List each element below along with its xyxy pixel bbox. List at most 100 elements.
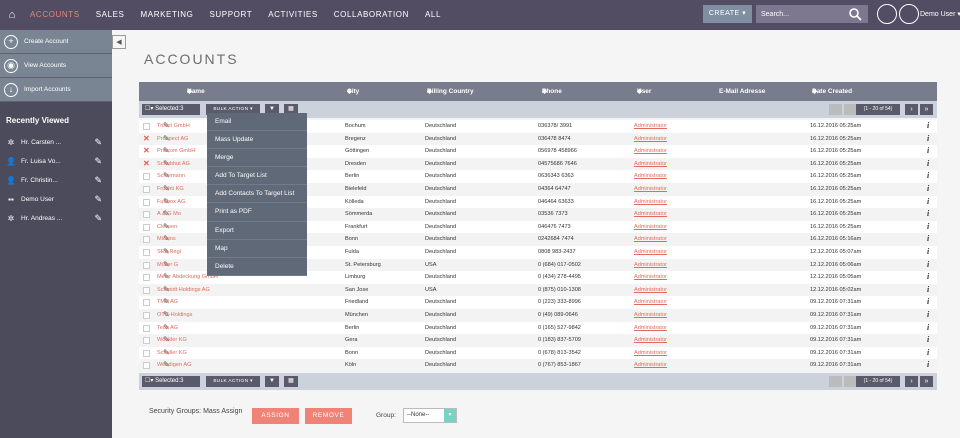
bulk-menu-item-add-to-target-list[interactable]: Add To Target List bbox=[207, 167, 307, 186]
nav-item-activities[interactable]: ACTIVITIES bbox=[260, 0, 326, 30]
cell-name[interactable]: Mickins bbox=[157, 233, 176, 246]
cell-user[interactable]: Administrator bbox=[634, 334, 667, 347]
column-chooser-icon[interactable]: ▦ bbox=[284, 376, 298, 387]
cell-name[interactable]: A & G Mo bbox=[157, 208, 181, 221]
cell-user[interactable]: Administrator bbox=[634, 271, 667, 284]
col-header-date-created[interactable]: Date Created ◈ bbox=[812, 82, 852, 101]
row-checkbox[interactable] bbox=[143, 261, 150, 269]
table-row[interactable]: ✎ OTC-Holdings München Deutschland 0 (49) 08… bbox=[139, 309, 937, 322]
cell-name[interactable]: OTC-Holdings bbox=[157, 309, 192, 322]
row-checkbox[interactable] bbox=[143, 211, 150, 219]
create-button[interactable]: CREATE ▾ bbox=[703, 5, 752, 23]
col-header-user[interactable]: User ◈ bbox=[637, 82, 651, 101]
recent-item[interactable]: ✲ Hr. Carsten ... ✎ bbox=[0, 133, 112, 152]
cell-name[interactable]: Tech AG bbox=[157, 322, 178, 335]
info-icon[interactable]: i bbox=[927, 259, 929, 272]
row-checkbox[interactable] bbox=[143, 249, 150, 256]
info-icon[interactable]: i bbox=[927, 120, 929, 133]
user-menu[interactable]: Demo User ▾ bbox=[920, 0, 960, 30]
cell-name[interactable]: Schuller KG bbox=[157, 347, 187, 360]
cell-user[interactable]: Administrator bbox=[634, 233, 667, 246]
cell-user[interactable]: Administrator bbox=[634, 158, 667, 171]
bulk-menu-item-merge[interactable]: Merge bbox=[207, 149, 307, 168]
table-row[interactable]: ✎ TMP AG Friedland Deutschland 0 (223) 333-8… bbox=[139, 296, 937, 309]
nav-item-accounts[interactable]: ACCOUNTS bbox=[22, 0, 88, 30]
cell-name[interactable]: Schubhut AG bbox=[157, 158, 190, 171]
nav-item-support[interactable]: SUPPORT bbox=[201, 0, 260, 30]
cell-name[interactable]: Schiemann bbox=[157, 170, 185, 183]
notifications-bell-icon[interactable] bbox=[877, 4, 897, 24]
cell-user[interactable]: Administrator bbox=[634, 170, 667, 183]
row-checkbox[interactable] bbox=[143, 362, 150, 370]
info-icon[interactable]: i bbox=[927, 170, 929, 183]
info-icon[interactable]: i bbox=[927, 233, 929, 246]
info-icon[interactable]: i bbox=[927, 334, 929, 347]
cell-name[interactable]: Fruchti KG bbox=[157, 183, 184, 196]
next-page-icon[interactable]: › bbox=[905, 104, 918, 115]
cell-name[interactable]: Fußbox AG bbox=[157, 196, 185, 209]
select-dropdown[interactable]: ☐▾ Selected:3 bbox=[142, 104, 200, 115]
row-selected-checkbox[interactable]: ✕ bbox=[143, 158, 150, 171]
info-icon[interactable]: i bbox=[927, 158, 929, 171]
row-checkbox[interactable] bbox=[143, 198, 150, 206]
bulk-menu-item-add-contacts-to-target-list[interactable]: Add Contacts To Target List bbox=[207, 185, 307, 204]
row-selected-checkbox[interactable]: ✕ bbox=[143, 133, 150, 146]
table-row[interactable]: ✎ Wöckler KG Gera Deutschland 0 (183) 837-57… bbox=[139, 334, 937, 347]
table-row[interactable]: ✎ Schmidt Holdings AG San Jose USA 0 (875) 0… bbox=[139, 283, 937, 297]
col-header-phone[interactable]: Phone ◈ bbox=[542, 82, 562, 101]
info-icon[interactable]: i bbox=[927, 133, 929, 146]
cell-user[interactable]: Administrator bbox=[634, 284, 667, 297]
home-icon[interactable]: ⌂ bbox=[2, 0, 22, 30]
recent-item[interactable]: 👤 Fr. Luisa Vo... ✎ bbox=[0, 152, 112, 171]
row-checkbox[interactable] bbox=[143, 274, 150, 282]
nav-item-sales[interactable]: SALES bbox=[88, 0, 133, 30]
cell-name[interactable]: Schmidt Holdings AG bbox=[157, 284, 210, 297]
cell-name[interactable]: Prospect AG bbox=[157, 133, 188, 146]
info-icon[interactable]: i bbox=[927, 183, 929, 196]
edit-icon[interactable]: ✎ bbox=[94, 194, 102, 205]
cell-name[interactable]: SEA Regi bbox=[157, 246, 181, 259]
cell-user[interactable]: Administrator bbox=[634, 246, 667, 259]
remove-button[interactable]: REMOVE bbox=[305, 408, 352, 424]
table-row[interactable]: ✎ Wendigen AG Köln Deutschland 0 (767) 853-1… bbox=[139, 359, 937, 372]
edit-icon[interactable]: ✎ bbox=[94, 175, 102, 186]
row-checkbox[interactable] bbox=[143, 299, 150, 307]
cell-name[interactable]: Wöckler KG bbox=[157, 334, 187, 347]
row-checkbox[interactable] bbox=[143, 337, 150, 345]
nav-item-marketing[interactable]: MARKETING bbox=[133, 0, 202, 30]
cell-user[interactable]: Administrator bbox=[634, 183, 667, 196]
next-page-icon[interactable]: › bbox=[905, 376, 918, 387]
cell-name[interactable]: Wendigen AG bbox=[157, 359, 191, 372]
row-checkbox[interactable] bbox=[143, 173, 150, 181]
bulk-menu-item-email[interactable]: Email bbox=[207, 113, 307, 132]
row-checkbox[interactable] bbox=[143, 286, 150, 294]
info-icon[interactable]: i bbox=[927, 347, 929, 360]
search-icon[interactable] bbox=[848, 7, 862, 21]
table-row[interactable]: ✎ Schuller KG Bonn Deutschland 0 (678) 813-3… bbox=[139, 346, 937, 360]
bulk-menu-item-map[interactable]: Map bbox=[207, 240, 307, 258]
info-icon[interactable]: i bbox=[927, 284, 929, 297]
filter-icon[interactable]: ▼ bbox=[265, 376, 279, 387]
info-icon[interactable]: i bbox=[927, 271, 929, 284]
cell-user[interactable]: Administrator bbox=[634, 309, 667, 322]
bulk-menu-item-mass-update[interactable]: Mass Update bbox=[207, 131, 307, 150]
cell-user[interactable]: Administrator bbox=[634, 133, 667, 146]
cell-name[interactable]: Priocom GmbH bbox=[157, 145, 195, 158]
bulk-action-button[interactable]: BULK ACTION ▾ bbox=[206, 376, 260, 387]
cell-user[interactable]: Administrator bbox=[634, 322, 667, 335]
edit-icon[interactable]: ✎ bbox=[94, 213, 102, 224]
recent-item[interactable]: ▪▪ Demo User ✎ bbox=[0, 190, 112, 209]
edit-icon[interactable]: ✎ bbox=[94, 137, 102, 148]
cell-user[interactable]: Administrator bbox=[634, 347, 667, 360]
first-page-icon[interactable] bbox=[829, 104, 842, 115]
select-dropdown[interactable]: ☐▾ Selected:3 bbox=[142, 376, 200, 387]
row-checkbox[interactable] bbox=[143, 123, 150, 130]
group-select[interactable]: --None-- ▾ bbox=[403, 408, 457, 423]
collapse-sidebar-icon[interactable]: ◀ bbox=[112, 35, 126, 49]
info-icon[interactable]: i bbox=[927, 296, 929, 309]
recent-item[interactable]: 👤 Fr. Christin... ✎ bbox=[0, 171, 112, 190]
assign-button[interactable]: ASSIGN bbox=[252, 408, 299, 424]
info-icon[interactable]: i bbox=[927, 145, 929, 158]
sidebar-action-create-account[interactable]: + Create Account bbox=[0, 30, 112, 54]
cell-user[interactable]: Administrator bbox=[634, 208, 667, 221]
